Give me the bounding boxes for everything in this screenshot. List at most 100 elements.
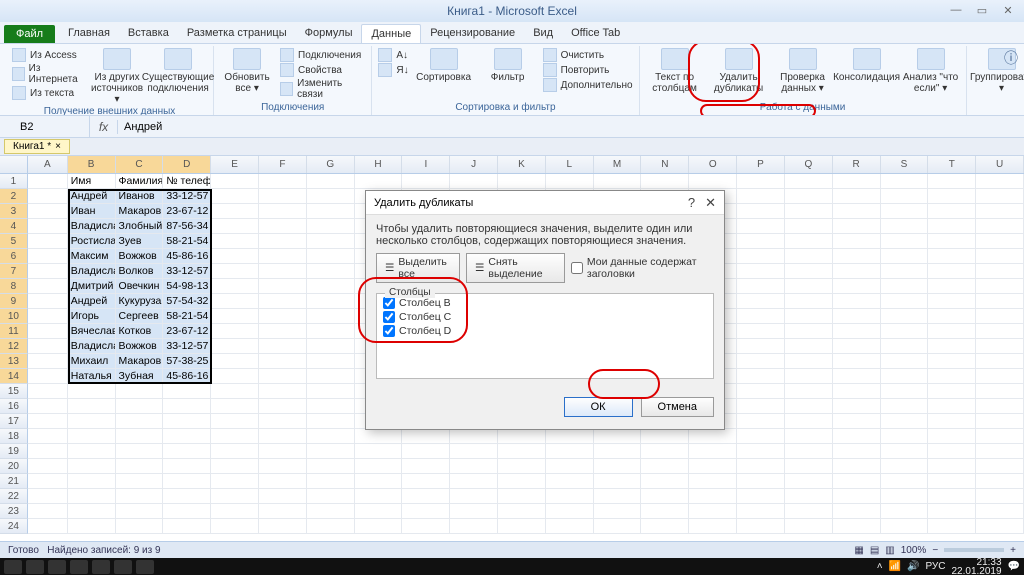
cell[interactable] [259,249,307,264]
cell[interactable] [402,444,450,459]
cell[interactable] [785,234,833,249]
cell[interactable] [928,189,976,204]
cell[interactable] [737,459,785,474]
cell[interactable] [259,324,307,339]
sort-mini-button[interactable]: А↓ [378,48,408,62]
cell[interactable] [737,444,785,459]
cell[interactable] [211,354,259,369]
row-header[interactable]: 3 [0,204,28,219]
cell[interactable] [498,174,546,189]
cell[interactable] [833,309,881,324]
cell[interactable]: Кукуруза [116,294,164,309]
cell[interactable] [116,474,164,489]
cell[interactable] [737,369,785,384]
cell[interactable] [785,174,833,189]
cell[interactable] [163,444,211,459]
cell[interactable] [833,444,881,459]
column-header[interactable]: D [163,156,211,173]
cell[interactable] [28,354,68,369]
cell[interactable] [833,519,881,534]
cell[interactable] [307,294,355,309]
connection-item[interactable]: Изменить связи [280,78,365,100]
cell[interactable] [402,459,450,474]
cell[interactable] [737,219,785,234]
cell[interactable] [976,519,1024,534]
cell[interactable] [737,474,785,489]
cell[interactable] [211,234,259,249]
cell[interactable] [259,414,307,429]
cell[interactable]: Котков [116,324,164,339]
cell[interactable] [928,204,976,219]
maximize-icon[interactable]: ▭ [970,2,994,18]
column-header[interactable]: R [833,156,881,173]
column-header[interactable]: J [450,156,498,173]
sort-button[interactable]: Сортировка [415,48,473,83]
cell[interactable] [402,489,450,504]
cell[interactable] [881,384,929,399]
column-header[interactable]: Q [785,156,833,173]
cell[interactable] [785,279,833,294]
cell[interactable] [28,279,68,294]
cell[interactable] [737,414,785,429]
cell[interactable] [785,384,833,399]
cell[interactable] [28,234,68,249]
cell[interactable] [355,504,403,519]
cell[interactable] [211,459,259,474]
cell[interactable]: Андрей [68,189,116,204]
cell[interactable]: № телефона [163,174,211,189]
cell[interactable] [28,414,68,429]
cell[interactable] [307,324,355,339]
ribbon-help-icon[interactable]: ⓘ [1004,48,1018,68]
row-header[interactable]: 11 [0,324,28,339]
cell[interactable] [737,354,785,369]
cell[interactable] [259,429,307,444]
cell[interactable]: 57-38-25 [163,354,211,369]
cell[interactable] [785,354,833,369]
cell[interactable] [928,369,976,384]
row-header[interactable]: 7 [0,264,28,279]
cell[interactable] [211,489,259,504]
cell[interactable] [116,489,164,504]
cell[interactable] [641,489,689,504]
cell[interactable] [211,174,259,189]
cell[interactable] [259,264,307,279]
row-header[interactable]: 2 [0,189,28,204]
cell[interactable] [68,399,116,414]
cell[interactable] [976,504,1024,519]
cell[interactable]: Макаров [116,354,164,369]
cell[interactable] [833,234,881,249]
cell[interactable] [68,429,116,444]
cell[interactable] [881,189,929,204]
tray-wifi-icon[interactable]: 📶 [889,561,901,572]
row-header[interactable]: 1 [0,174,28,189]
cell[interactable] [928,324,976,339]
row-header[interactable]: 15 [0,384,28,399]
dialog-help-icon[interactable]: ? [688,195,695,211]
cell[interactable] [928,504,976,519]
cell[interactable] [307,264,355,279]
cell[interactable] [28,474,68,489]
ribbon-tab[interactable]: Рецензирование [421,24,524,43]
cell[interactable] [833,429,881,444]
formula-bar[interactable]: Андрей [118,121,1024,133]
cell[interactable] [833,249,881,264]
cell[interactable] [928,234,976,249]
cell[interactable] [211,204,259,219]
cell[interactable] [259,174,307,189]
cell[interactable] [881,324,929,339]
cell[interactable] [928,414,976,429]
cell[interactable]: 33-12-57 [163,264,211,279]
cell[interactable] [881,504,929,519]
cell[interactable] [28,339,68,354]
cell[interactable] [928,219,976,234]
cell[interactable] [259,294,307,309]
cell[interactable] [355,429,403,444]
cell[interactable] [976,474,1024,489]
cell[interactable] [28,489,68,504]
cell[interactable] [402,474,450,489]
cell[interactable] [450,444,498,459]
cell[interactable]: 87-56-34 [163,219,211,234]
cell[interactable] [355,444,403,459]
cell[interactable] [737,504,785,519]
cell[interactable] [785,219,833,234]
